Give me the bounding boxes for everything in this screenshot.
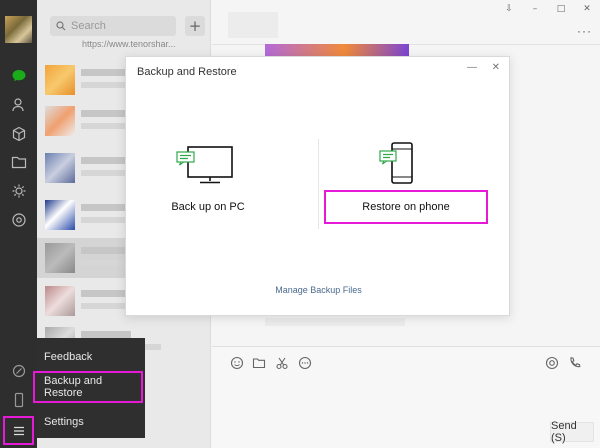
menu-item-settings[interactable]: Settings: [37, 406, 145, 438]
send-button[interactable]: Send (S): [550, 420, 594, 444]
list-item-title: [81, 331, 131, 338]
dialog-title: Backup and Restore: [137, 66, 237, 78]
scissors-icon[interactable]: [275, 356, 289, 370]
contacts-icon[interactable]: [9, 95, 28, 114]
pin-button[interactable]: ⇩: [496, 0, 522, 20]
avatar: [45, 243, 75, 273]
list-item-title: [81, 157, 131, 164]
menu-item-feedback[interactable]: Feedback: [37, 341, 145, 373]
phone-icon[interactable]: [9, 390, 28, 409]
avatar: [45, 200, 75, 230]
avatar[interactable]: [5, 16, 32, 43]
message-composer[interactable]: Send (S): [212, 347, 600, 448]
call-icon[interactable]: [568, 356, 582, 370]
monitor-icon[interactable]: [176, 143, 234, 185]
link-icon[interactable]: [9, 361, 28, 380]
hamburger-icon: [13, 426, 24, 435]
avatar: [45, 153, 75, 183]
minimize-button[interactable]: –: [522, 0, 548, 20]
icon-rail: [0, 0, 37, 448]
dialog-minimize-button[interactable]: —: [467, 62, 477, 73]
chat-history-icon[interactable]: [298, 356, 312, 370]
list-item-title: [81, 247, 131, 254]
chat-icon[interactable]: [9, 66, 28, 85]
backup-restore-dialog: Backup and Restore — ✕ Back up on PC Res…: [125, 56, 510, 316]
manage-backup-files-link[interactable]: Manage Backup Files: [126, 285, 511, 295]
more-icon[interactable]: ···: [577, 24, 592, 38]
phone-icon[interactable]: [376, 141, 416, 187]
menu-item-backup-and-restore[interactable]: Backup and Restore: [33, 371, 143, 403]
message-bubble: [265, 318, 405, 326]
live-icon[interactable]: [545, 356, 559, 370]
window-controls: ⇩ – □ ✕: [496, 0, 600, 20]
folder-icon[interactable]: [252, 356, 266, 370]
favorites-icon[interactable]: [9, 124, 28, 143]
dialog-close-button[interactable]: ✕: [492, 62, 500, 73]
folder-icon[interactable]: [9, 152, 28, 171]
back-up-on-pc-option[interactable]: Back up on PC: [148, 201, 268, 213]
divider: [318, 139, 319, 229]
menu-button[interactable]: [3, 416, 34, 445]
avatar: [45, 106, 75, 136]
list-item-title: [81, 290, 131, 297]
close-button[interactable]: ✕: [574, 0, 600, 20]
url-preview: https://www.tenorshar...: [82, 39, 176, 49]
list-item-title: [81, 204, 131, 211]
search-input[interactable]: [71, 20, 171, 32]
moments-icon[interactable]: [9, 210, 28, 229]
maximize-button[interactable]: □: [548, 0, 574, 20]
mini-programs-icon[interactable]: [9, 181, 28, 200]
list-item-title: [81, 110, 131, 117]
list-item-title: [81, 69, 131, 76]
settings-menu: Feedback Backup and Restore Settings: [33, 338, 145, 438]
search-icon: [56, 21, 66, 31]
avatar: [45, 286, 75, 316]
emoji-icon[interactable]: [230, 356, 244, 370]
restore-on-phone-button[interactable]: Restore on phone: [324, 190, 488, 224]
chat-title-placeholder: [228, 12, 278, 38]
avatar: [45, 65, 75, 95]
search-box[interactable]: [50, 16, 176, 36]
add-chat-button[interactable]: +: [185, 16, 205, 36]
